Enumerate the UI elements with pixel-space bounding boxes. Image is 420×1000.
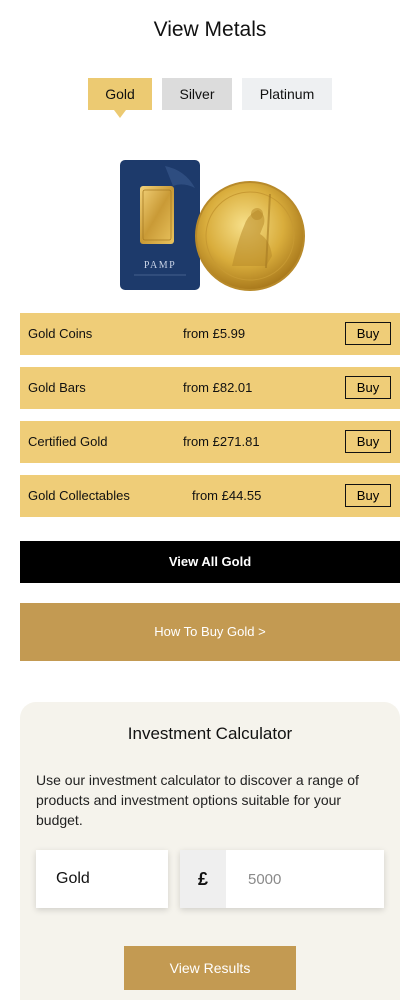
amount-field: £ bbox=[180, 850, 384, 908]
product-row-certified-gold[interactable]: Certified Gold from £271.81 Buy bbox=[20, 421, 400, 463]
calculator-title: Investment Calculator bbox=[127, 724, 293, 743]
tab-platinum-label: Platinum bbox=[259, 86, 315, 102]
tab-gold[interactable]: Gold bbox=[88, 78, 152, 118]
product-row-gold-collectables[interactable]: Gold Collectables from £44.55 Buy bbox=[20, 475, 400, 517]
product-row-gold-coins[interactable]: Gold Coins from £5.99 Buy bbox=[20, 313, 400, 355]
investment-calculator: Investment Calculator Use our investment… bbox=[20, 702, 400, 1000]
product-price: from £44.55 bbox=[192, 488, 262, 503]
tab-platinum[interactable]: Platinum bbox=[242, 78, 332, 110]
page-title: View Metals bbox=[153, 18, 267, 41]
tab-silver-label: Silver bbox=[179, 86, 215, 102]
tab-silver[interactable]: Silver bbox=[162, 78, 232, 110]
buy-gold-bars-button[interactable]: Buy bbox=[345, 376, 391, 399]
product-price: from £5.99 bbox=[183, 326, 246, 341]
gold-bar-and-coin-illustration: PAMP bbox=[120, 160, 305, 291]
product-price: from £82.01 bbox=[183, 380, 253, 395]
britannia-gold-coin bbox=[195, 181, 305, 291]
view-results-button[interactable]: View Results bbox=[124, 946, 296, 990]
product-name: Gold Collectables bbox=[28, 488, 130, 503]
currency-symbol: £ bbox=[180, 850, 226, 908]
buy-gold-coins-button[interactable]: Buy bbox=[345, 322, 391, 345]
pamp-logo-text: PAMP bbox=[144, 260, 176, 271]
view-all-gold-button[interactable]: View All Gold bbox=[20, 541, 400, 583]
active-tab-pointer bbox=[114, 110, 126, 118]
metal-tabs: Gold Silver Platinum bbox=[0, 78, 420, 118]
buy-certified-gold-button[interactable]: Buy bbox=[345, 430, 391, 453]
how-to-buy-gold-link[interactable]: How To Buy Gold > bbox=[20, 603, 400, 661]
product-price: from £271.81 bbox=[183, 434, 260, 449]
product-name: Gold Coins bbox=[28, 326, 93, 341]
product-name: Gold Bars bbox=[28, 380, 86, 395]
product-name: Certified Gold bbox=[28, 434, 108, 449]
calculator-description: Use our investment calculator to discove… bbox=[36, 772, 359, 828]
amount-input[interactable] bbox=[226, 850, 384, 908]
product-row-gold-bars[interactable]: Gold Bars from £82.01 Buy bbox=[20, 367, 400, 409]
tab-gold-label: Gold bbox=[105, 86, 135, 102]
pamp-gold-bar-card: PAMP bbox=[120, 160, 200, 290]
buy-gold-collectables-button[interactable]: Buy bbox=[345, 484, 391, 507]
gold-products-image: PAMP bbox=[110, 150, 310, 300]
metal-select[interactable]: Gold bbox=[36, 850, 168, 908]
